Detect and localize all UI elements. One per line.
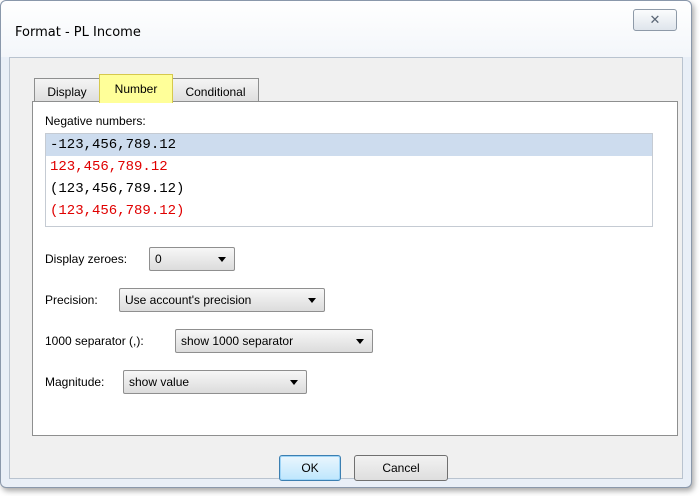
tab-conditional[interactable]: Conditional — [172, 78, 259, 102]
magnitude-label: Magnitude: — [45, 375, 105, 389]
precision-value: Use account's precision — [125, 293, 252, 307]
tab-number[interactable]: Number — [99, 74, 173, 103]
precision-label: Precision: — [45, 293, 98, 307]
precision-select[interactable]: Use account's precision — [119, 288, 325, 312]
dropdown-arrow-icon — [356, 339, 364, 344]
magnitude-select[interactable]: show value — [123, 370, 307, 394]
negative-numbers-list[interactable]: -123,456,789.12 123,456,789.12 (123,456,… — [45, 133, 653, 227]
separator-value: show 1000 separator — [181, 334, 294, 348]
dropdown-arrow-icon — [290, 380, 298, 385]
display-zeroes-select[interactable]: 0 — [149, 247, 235, 271]
separator-select[interactable]: show 1000 separator — [175, 329, 373, 353]
display-zeroes-value: 0 — [155, 252, 162, 266]
number-tab-panel: Negative numbers: -123,456,789.12 123,45… — [32, 101, 678, 436]
dialog-body: Display Number Conditional Negative numb… — [9, 57, 683, 481]
display-zeroes-label: Display zeroes: — [45, 252, 128, 266]
format-dialog: Format - PL Income ✕ Display Number Cond… — [0, 0, 692, 488]
dialog-title: Format - PL Income — [15, 25, 141, 40]
negative-format-option[interactable]: -123,456,789.12 — [46, 134, 652, 156]
magnitude-value: show value — [129, 375, 190, 389]
negative-format-option[interactable]: (123,456,789.12) — [46, 200, 652, 222]
negative-format-option[interactable]: 123,456,789.12 — [46, 156, 652, 178]
dropdown-arrow-icon — [218, 257, 226, 262]
close-button[interactable]: ✕ — [633, 9, 677, 31]
dropdown-arrow-icon — [308, 298, 316, 303]
separator-label: 1000 separator (,): — [45, 334, 144, 348]
ok-button[interactable]: OK — [279, 455, 341, 481]
title-bar: Format - PL Income ✕ — [1, 1, 691, 57]
negative-format-option[interactable]: (123,456,789.12) — [46, 178, 652, 200]
negative-numbers-label: Negative numbers: — [45, 114, 146, 128]
cancel-button[interactable]: Cancel — [354, 455, 448, 481]
tab-display[interactable]: Display — [34, 78, 100, 102]
close-icon: ✕ — [649, 12, 661, 27]
